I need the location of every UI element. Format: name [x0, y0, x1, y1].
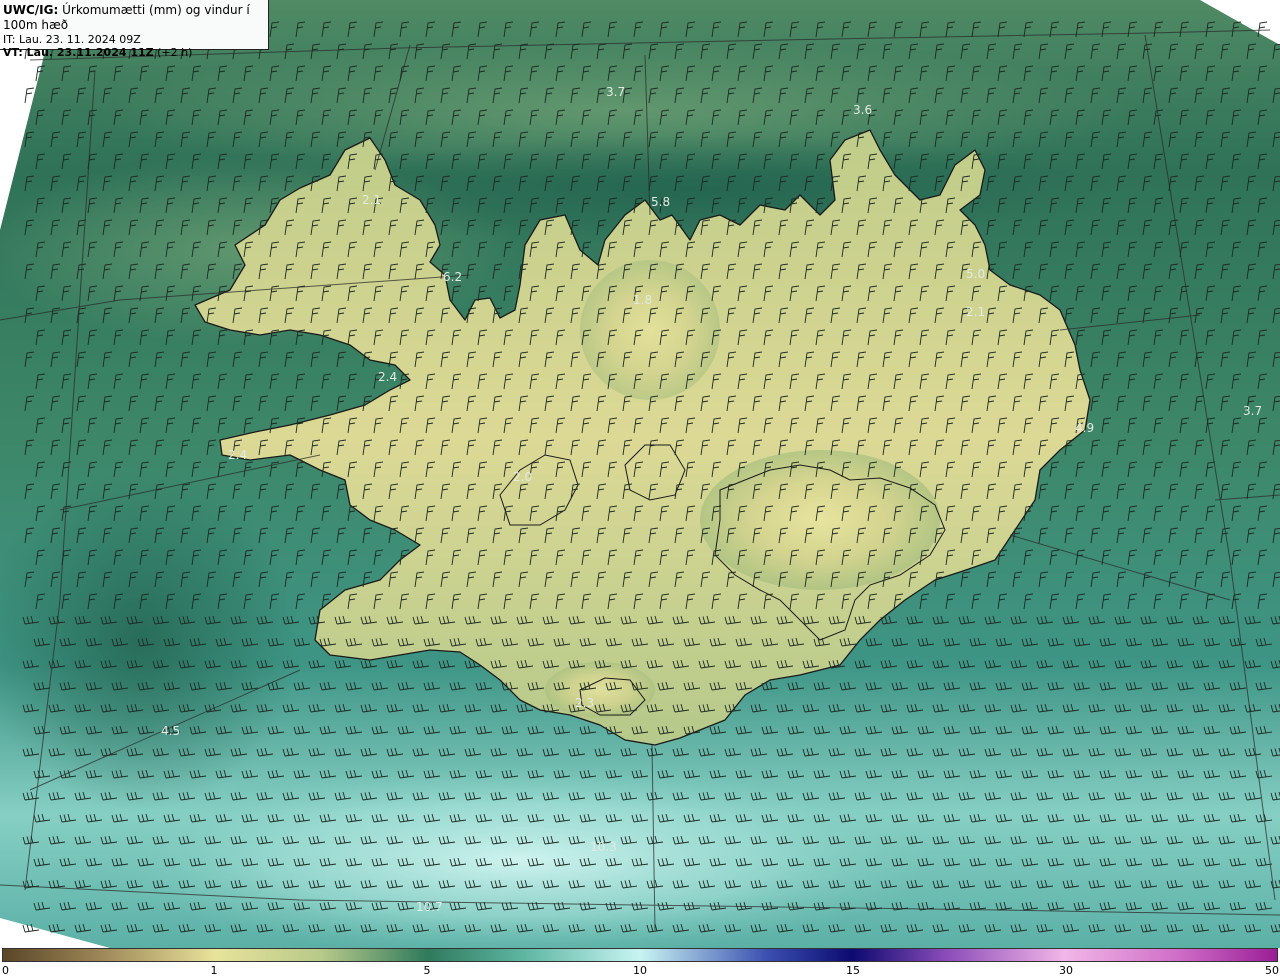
weather-map: 3.7 3.6 5.8 2.1 6.2 5.0 1.8 2.1 2.4 3.7 …	[0, 0, 1280, 948]
value-label: 5.0	[966, 267, 985, 281]
value-label: 5.8	[651, 195, 670, 209]
colorbar-tick: 0	[2, 964, 9, 977]
title-line: UWC/IG: Úrkomumætti (mm) og vindur í 100…	[3, 3, 268, 33]
value-label: 2.4	[378, 370, 397, 384]
colorbar-tick: 50	[1265, 964, 1279, 977]
value-label: 2.1	[362, 193, 381, 207]
value-label: 1.8	[633, 293, 652, 307]
highland-north	[580, 260, 720, 400]
colorbar-container: 0 1 5 10 15 30 50	[0, 948, 1280, 978]
value-label: 3.7	[1243, 404, 1262, 418]
value-label: 2.3	[575, 696, 594, 710]
map-title-box: UWC/IG: Úrkomumætti (mm) og vindur í 100…	[0, 0, 269, 59]
value-label: 2.0	[513, 470, 532, 484]
initial-time: IT: Lau. 23. 11. 2024 09Z	[3, 33, 141, 46]
value-label: 4.5	[161, 724, 180, 738]
value-label: 2.4	[228, 448, 247, 462]
value-label: 6.2	[443, 270, 462, 284]
valid-time-line: VT: Lau. 23.11.2024 11Z (+2 h)	[3, 46, 268, 59]
lead-time: (+2 h)	[153, 46, 193, 59]
value-label: 10.3	[590, 840, 617, 854]
colorbar-tick: 30	[1059, 964, 1073, 977]
map-canvas: 3.7 3.6 5.8 2.1 6.2 5.0 1.8 2.1 2.4 3.7 …	[0, 0, 1280, 948]
highland-east	[700, 450, 940, 590]
value-label: 4.9	[1075, 421, 1094, 435]
colorbar-tick: 1	[210, 964, 218, 977]
product-code: UWC/IG:	[3, 3, 59, 17]
valid-time: Lau. 23.11.2024 11Z	[26, 46, 154, 59]
value-label: 3.6	[853, 103, 872, 117]
colorbar-tick: 15	[846, 964, 860, 977]
moist-zone-south	[100, 765, 940, 948]
value-label: 10.7	[416, 900, 443, 914]
colorbar-tick: 10	[633, 964, 647, 977]
colorbar-tick: 5	[423, 964, 431, 977]
colorbar	[2, 948, 1278, 962]
value-label: 2.1	[966, 305, 985, 319]
valid-time-prefix: VT:	[3, 46, 27, 59]
value-label: 3.7	[606, 85, 625, 99]
